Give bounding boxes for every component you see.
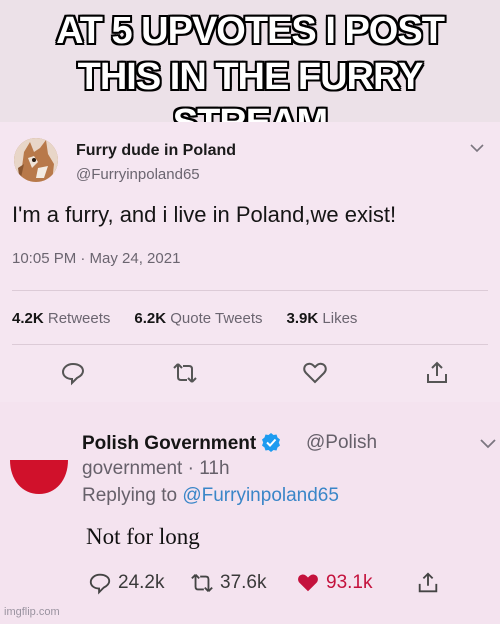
replying-to: Replying to @Furryinpoland65 xyxy=(82,485,339,507)
tweet-handle[interactable]: @Furryinpoland65 xyxy=(76,166,200,183)
reply-button[interactable] xyxy=(60,360,86,386)
tweet-timestamp[interactable]: 10:05 PM · May 24, 2021 xyxy=(12,250,180,267)
reply-display-name[interactable]: Polish Government xyxy=(82,432,281,455)
original-tweet: Furry dude in Poland @Furryinpoland65 I'… xyxy=(0,122,500,402)
replying-prefix: Replying to xyxy=(82,485,178,506)
heart-filled-icon xyxy=(298,574,318,592)
replying-handle-link[interactable]: @Furryinpoland65 xyxy=(182,485,339,506)
divider xyxy=(12,290,488,291)
polish-flag-icon xyxy=(10,460,68,494)
chat-bubble-icon xyxy=(61,362,85,386)
reply-time[interactable]: · 11h xyxy=(188,458,230,479)
reply-handle[interactable]: @Polish xyxy=(306,432,377,454)
share-button[interactable] xyxy=(424,360,450,386)
reply-likes-button[interactable]: 93.1k xyxy=(296,570,372,596)
quotes-count: 6.2K xyxy=(134,310,167,327)
divider xyxy=(12,344,488,345)
retweet-button[interactable] xyxy=(172,360,198,386)
likes-count: 93.1k xyxy=(326,572,373,593)
reply-handle-continued[interactable]: government xyxy=(82,458,182,479)
avatar[interactable] xyxy=(14,138,58,182)
quotes-label: Quote Tweets xyxy=(170,310,263,327)
likes-stat[interactable]: 3.9K Likes xyxy=(287,310,358,327)
retweets-label: Retweets xyxy=(47,310,111,327)
retweet-icon xyxy=(191,574,213,592)
retweets-count: 37.6k xyxy=(220,572,267,593)
tweet-action-bar xyxy=(0,360,500,390)
furry-avatar-icon xyxy=(14,138,58,182)
reply-name-text: Polish Government xyxy=(82,433,257,454)
share-icon xyxy=(418,572,438,593)
reply-tweet: Polish Government @Polish government · 1… xyxy=(0,402,500,624)
retweets-count: 4.2K xyxy=(12,310,44,327)
quotes-stat[interactable]: 6.2K Quote Tweets xyxy=(134,310,262,327)
reply-handle-line2: government · 11h xyxy=(82,458,230,480)
reply-share-button[interactable] xyxy=(416,570,440,596)
meme-caption-area: AT 5 UPVOTES I POST THIS IN THE FURRY ST… xyxy=(0,0,500,144)
chat-bubble-icon xyxy=(89,573,111,595)
tweet-stats: 4.2K Retweets 6.2K Quote Tweets 3.9K Likes xyxy=(12,310,357,327)
reply-retweets-button[interactable]: 37.6k xyxy=(190,570,266,596)
tweet-display-name[interactable]: Furry dude in Poland xyxy=(76,142,236,160)
caption-line-1: AT 5 UPVOTES I POST xyxy=(56,10,445,52)
watermark: imgflip.com xyxy=(4,606,60,618)
reply-text: Not for long xyxy=(86,524,200,549)
verified-badge-icon xyxy=(262,433,281,452)
retweets-stat[interactable]: 4.2K Retweets xyxy=(12,310,110,327)
polish-flag-avatar[interactable] xyxy=(8,458,70,498)
reply-action-bar: 24.2k 37.6k 93.1k xyxy=(88,570,488,596)
reply-replies-button[interactable]: 24.2k xyxy=(88,570,164,596)
chevron-down-icon[interactable] xyxy=(470,140,484,156)
replies-count: 24.2k xyxy=(118,572,165,593)
retweet-icon xyxy=(173,363,197,383)
chevron-down-icon[interactable] xyxy=(480,436,496,452)
share-icon xyxy=(427,361,447,383)
heart-icon xyxy=(303,362,327,384)
like-button[interactable] xyxy=(302,360,328,386)
likes-count: 3.9K xyxy=(286,310,319,327)
likes-label: Likes xyxy=(322,310,358,327)
tweet-text: I'm a furry, and i live in Poland,we exi… xyxy=(12,202,397,227)
